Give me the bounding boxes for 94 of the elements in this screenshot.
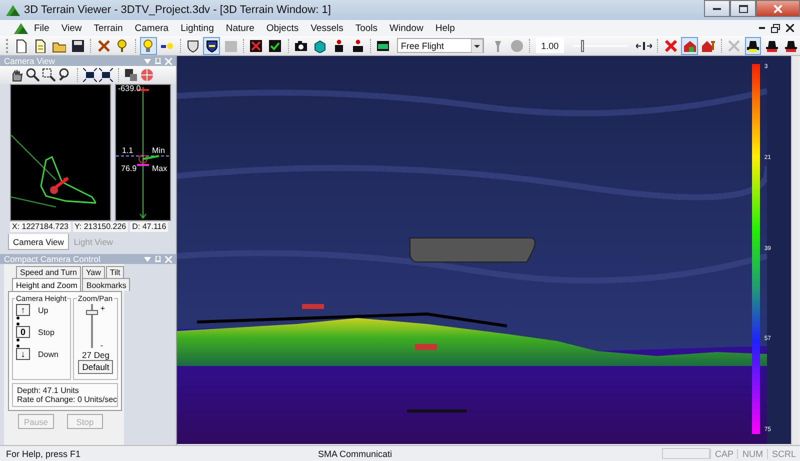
menu-item[interactable]: Terrain bbox=[88, 22, 129, 34]
zoom-max-label: + bbox=[100, 304, 106, 313]
toolbar-button[interactable] bbox=[744, 36, 762, 54]
menu-item[interactable]: Objects bbox=[260, 22, 305, 34]
menu-item[interactable]: Lighting bbox=[174, 22, 220, 34]
cross-square-icon bbox=[249, 38, 264, 52]
minimize-icon bbox=[713, 8, 721, 10]
button-label: Stop bbox=[38, 328, 54, 336]
cross-icon bbox=[664, 38, 678, 52]
default-button[interactable]: Default bbox=[78, 360, 114, 374]
shield-ship-icon bbox=[204, 38, 219, 52]
scroll-bar[interactable] bbox=[791, 56, 799, 445]
extent-icon[interactable] bbox=[99, 68, 113, 82]
figure-badge-icon bbox=[350, 38, 365, 52]
blank-panel-icon bbox=[224, 38, 238, 52]
restore-icon[interactable] bbox=[771, 24, 780, 32]
menu-item[interactable]: Help bbox=[429, 22, 461, 34]
height-button[interactable]: ↓ bbox=[16, 348, 30, 360]
menu-item[interactable]: Tools bbox=[349, 22, 384, 34]
height-button[interactable]: 0 bbox=[16, 326, 30, 338]
slider-thumb[interactable] bbox=[580, 40, 584, 52]
depth-label: Min bbox=[152, 146, 165, 155]
tab[interactable]: Height and Zoom bbox=[12, 278, 82, 291]
maximize-icon bbox=[738, 4, 748, 12]
height-button[interactable]: ↑ bbox=[16, 304, 30, 316]
depth-value: -639.0 bbox=[118, 84, 141, 93]
terrain-app-icon bbox=[6, 4, 20, 16]
status-panel bbox=[662, 448, 710, 459]
monitor-icon bbox=[376, 38, 390, 52]
menu-item[interactable]: Nature bbox=[220, 22, 260, 34]
document-icon bbox=[33, 38, 48, 52]
status-text: For Help, press F1 bbox=[5, 448, 82, 458]
menu-item[interactable]: Camera bbox=[128, 22, 175, 34]
close-button[interactable] bbox=[756, 0, 800, 17]
hat-icon bbox=[746, 38, 760, 52]
save-icon bbox=[70, 38, 85, 52]
camera-icon bbox=[294, 38, 308, 52]
hand-icon[interactable] bbox=[10, 68, 24, 82]
circle-icon bbox=[510, 38, 524, 52]
menu-item[interactable]: File bbox=[28, 22, 56, 34]
toolbar-button[interactable] bbox=[203, 36, 220, 54]
menu-item[interactable]: Window bbox=[384, 22, 430, 34]
dots-icon bbox=[16, 338, 20, 348]
maximize-button[interactable] bbox=[730, 0, 756, 17]
coordinate-readout: D: 47.116 bbox=[130, 222, 168, 232]
new-file-icon bbox=[14, 38, 28, 52]
hat-icon bbox=[764, 38, 779, 52]
hat-icon bbox=[784, 38, 798, 52]
menu-item[interactable]: View bbox=[55, 22, 88, 34]
dropdown-arrow-icon bbox=[471, 38, 484, 52]
depth-readout: Depth: 47.1 Units bbox=[17, 386, 80, 395]
zoom-in-icon[interactable] bbox=[26, 68, 40, 82]
minimize-button[interactable] bbox=[704, 0, 730, 17]
slider-thumb[interactable] bbox=[86, 310, 98, 315]
status-indicator: NUM bbox=[737, 448, 767, 458]
panel-title: Compact Camera Control bbox=[4, 254, 100, 264]
dropdown-value: Free Flight bbox=[400, 40, 444, 50]
cross-icon bbox=[727, 38, 742, 52]
shield-icon bbox=[186, 38, 200, 52]
help-icon bbox=[115, 38, 130, 52]
terrain-app-icon bbox=[14, 22, 28, 34]
light-bulb-icon bbox=[141, 38, 156, 52]
extent-icon[interactable] bbox=[83, 68, 97, 82]
depth-label: Max bbox=[152, 164, 168, 173]
mode-dropdown[interactable]: Free Flight bbox=[396, 38, 484, 53]
tab[interactable]: Camera View bbox=[8, 234, 69, 250]
close-icon[interactable] bbox=[786, 24, 794, 32]
house-arrow-icon bbox=[701, 38, 716, 52]
speed-field[interactable]: 1.00 bbox=[536, 38, 564, 53]
coordinate-readout: X: 1227184.723 bbox=[10, 222, 70, 232]
button-label: Up bbox=[38, 306, 48, 314]
zoom-value: 27 Deg bbox=[82, 350, 110, 360]
status-text: SMA Communicati bbox=[316, 448, 394, 458]
panel-title: Camera View bbox=[4, 56, 55, 66]
tools-icon bbox=[96, 38, 111, 52]
depth-value: 1.1 bbox=[122, 146, 134, 155]
check-square-icon bbox=[268, 38, 282, 52]
zoom-window-icon[interactable] bbox=[42, 68, 56, 82]
status-indicator: CAP bbox=[710, 448, 738, 458]
dots-icon bbox=[16, 316, 20, 326]
coordinate-readout: Y: 213150.226 bbox=[72, 222, 128, 232]
tab[interactable]: Speed and Turn bbox=[16, 266, 81, 278]
depth-value: 76.9 bbox=[121, 164, 137, 173]
cube-icon bbox=[312, 38, 327, 52]
button-label: Down bbox=[38, 350, 58, 358]
close-icon bbox=[774, 4, 782, 12]
tab[interactable]: Yaw bbox=[82, 266, 105, 278]
window-title: 3D Terrain Viewer - 3DTV_Project.3dv - [3D Terrain Window: 1] bbox=[24, 4, 331, 16]
tab[interactable]: Tilt bbox=[106, 266, 124, 278]
status-indicator: SCRL bbox=[766, 448, 800, 458]
zoom-min-label: - bbox=[100, 341, 104, 350]
house-icon bbox=[682, 38, 697, 52]
tab[interactable]: Bookmarks bbox=[82, 278, 130, 291]
menu-item[interactable]: Vessels bbox=[304, 22, 350, 34]
